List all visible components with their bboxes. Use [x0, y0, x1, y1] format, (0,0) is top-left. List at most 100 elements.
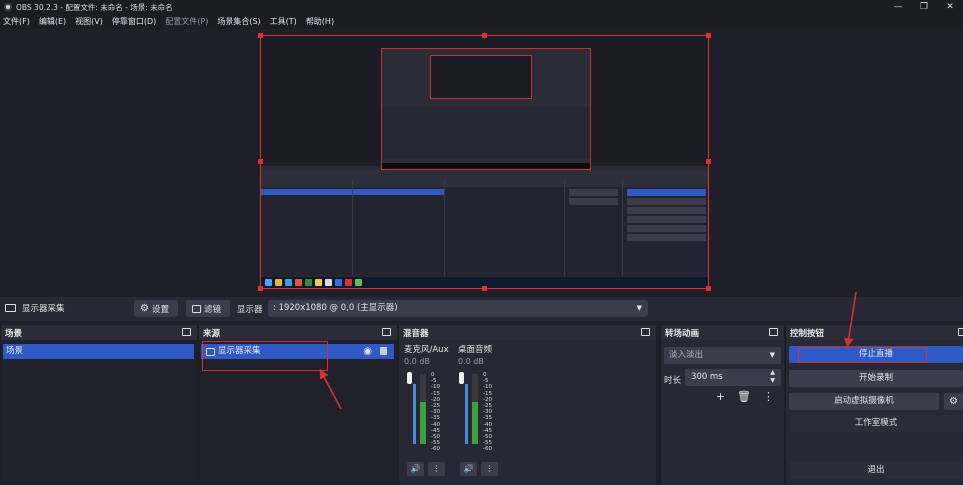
sources-title: 来源	[203, 328, 221, 339]
mixer-header: 混音器	[399, 325, 656, 340]
more-options-icon[interactable]: ⋮	[428, 462, 445, 476]
channel-db: 0.0 dB	[458, 357, 484, 366]
resize-handle[interactable]	[706, 159, 711, 164]
minimize-button[interactable]: —	[885, 0, 911, 14]
chevron-down-icon: ▼	[769, 351, 775, 359]
display-label: 显示器	[237, 305, 263, 315]
controls-header: 控制按钮	[786, 325, 963, 340]
nested-preview-inner	[381, 48, 591, 170]
monitor-icon	[5, 304, 16, 312]
mute-speaker-icon[interactable]: 🔊	[407, 462, 424, 476]
undock-icon[interactable]	[382, 328, 391, 336]
undock-icon[interactable]	[958, 328, 963, 336]
menu-tools[interactable]: 工具(T)	[270, 16, 297, 27]
channel-db: 0.0 dB	[404, 357, 430, 366]
scene-item-label: 场景	[6, 346, 24, 356]
virtual-camera-settings-gear-icon[interactable]: ⚙	[944, 393, 963, 410]
gear-icon: ⚙	[140, 303, 149, 314]
nested-docks	[261, 180, 708, 276]
level-bar	[472, 374, 478, 444]
start-recording-button[interactable]: 开始录制	[789, 370, 963, 387]
title-bar: OBS 30.2.3 - 配置文件: 未命名 - 场景: 未命名 — ❐ ✕	[0, 0, 963, 14]
volume-fader-handle[interactable]	[407, 372, 412, 384]
audio-mixer-dock: 混音器 麦克风/Aux 0.0 dB 0 -5 -10 -15 -20 -25 -30 -35…	[398, 325, 656, 485]
nested-preview	[261, 36, 708, 170]
menu-docks[interactable]: 停靠窗口(D)	[112, 16, 156, 27]
transitions-title: 转场动画	[665, 328, 700, 339]
mixer-channel-mic: 麦克风/Aux 0.0 dB	[404, 343, 456, 366]
level-bar	[420, 374, 426, 444]
undock-icon[interactable]	[641, 328, 650, 336]
studio-mode-button[interactable]: 工作室模式	[789, 415, 963, 432]
source-toolbar: 显示器采集 ⚙ 设置 滤镜 显示器 : 1920x1080 @ 0,0 (主显示…	[0, 297, 963, 321]
resize-handle[interactable]	[706, 286, 711, 291]
menu-help[interactable]: 帮助(H)	[306, 16, 334, 27]
controls-title: 控制按钮	[790, 328, 825, 339]
transitions-header: 转场动画	[661, 325, 784, 340]
menu-scene-collection[interactable]: 场景集合(S)	[217, 16, 260, 27]
start-virtual-camera-button[interactable]: 启动虚拟摄像机	[789, 393, 939, 410]
settings-label: 设置	[151, 304, 169, 315]
scenes-list: 场景	[1, 340, 197, 485]
menu-bar: 文件(F) 编辑(E) 视图(V) 停靠窗口(D) 配置文件(P) 场景集合(S…	[0, 14, 963, 29]
resize-handle[interactable]	[258, 159, 263, 164]
close-button[interactable]: ✕	[937, 0, 963, 14]
menu-view[interactable]: 视图(V)	[75, 16, 103, 27]
undock-icon[interactable]	[182, 328, 191, 336]
mixer-channel-desktop: 桌面音频 0.0 dB	[458, 343, 510, 366]
resize-handle[interactable]	[258, 286, 263, 291]
display-select[interactable]: : 1920x1080 @ 0,0 (主显示器) ▼	[268, 300, 648, 317]
menu-profile[interactable]: 配置文件(P)	[165, 16, 208, 27]
selected-source: 显示器采集	[5, 302, 65, 314]
more-options-icon[interactable]: ⋮	[481, 462, 498, 476]
scenes-title: 场景	[5, 328, 23, 339]
channel-name: 桌面音频	[458, 345, 493, 355]
visibility-eye-icon[interactable]: ◉	[363, 344, 372, 359]
filter-icon	[192, 304, 201, 313]
spinner-icon[interactable]: ▲ ▼	[770, 369, 775, 385]
menu-edit[interactable]: 编辑(E)	[39, 16, 66, 27]
exit-button[interactable]: 退出	[789, 462, 963, 479]
filters-button[interactable]: 滤镜	[186, 300, 230, 317]
mixer-body: 麦克风/Aux 0.0 dB 0 -5 -10 -15 -20 -25 -30 -35 -40-…	[399, 340, 656, 485]
lock-icon[interactable]	[380, 347, 387, 355]
annotation-box-stop-stream	[798, 347, 927, 363]
transition-selected: 淡入淡出	[669, 350, 704, 360]
volume-fill	[413, 384, 416, 444]
window-controls: — ❐ ✕	[885, 0, 963, 14]
filters-label: 滤镜	[204, 304, 222, 315]
duration-input[interactable]: 300 ms ▲ ▼	[685, 369, 781, 386]
menu-file[interactable]: 文件(F)	[3, 16, 30, 27]
transitions-body: 淡入淡出 ▼ 时长 300 ms ▲ ▼ + 🗑 ⋮	[661, 340, 784, 485]
meter-ticks: 0 -5 -10 -15 -20 -25 -30 -35 -40 -45 -50 -55 -60	[431, 372, 440, 453]
add-icon[interactable]: +	[716, 390, 725, 403]
volume-fill	[465, 384, 468, 444]
display-value: : 1920x1080 @ 0,0 (主显示器)	[273, 303, 398, 313]
duration-label: 时长	[664, 376, 682, 386]
chevron-down-icon: ▼	[636, 304, 642, 312]
maximize-button[interactable]: ❐	[911, 0, 937, 14]
volume-fader-handle[interactable]	[459, 372, 464, 384]
transition-actions: + 🗑 ⋮	[716, 390, 774, 403]
preview-canvas[interactable]	[260, 35, 709, 289]
scenes-dock: 场景 场景	[0, 325, 197, 485]
annotation-box-source	[202, 341, 328, 371]
window-title: OBS 30.2.3 - 配置文件: 未命名 - 场景: 未命名	[16, 2, 173, 12]
resize-handle[interactable]	[482, 286, 487, 291]
settings-button[interactable]: ⚙ 设置	[134, 300, 178, 317]
scenes-header: 场景	[1, 325, 197, 340]
resize-handle[interactable]	[482, 33, 487, 38]
resize-handle[interactable]	[258, 33, 263, 38]
sources-header: 来源	[199, 325, 397, 340]
transitions-dock: 转场动画 淡入淡出 ▼ 时长 300 ms ▲ ▼ + 🗑 ⋮	[660, 325, 784, 485]
resize-handle[interactable]	[706, 33, 711, 38]
transition-select[interactable]: 淡入淡出 ▼	[664, 347, 781, 364]
mute-speaker-icon[interactable]: 🔊	[460, 462, 477, 476]
more-options-icon[interactable]: ⋮	[763, 390, 774, 403]
obs-logo-icon	[4, 3, 12, 11]
scene-item[interactable]: 场景	[3, 344, 194, 359]
nested-properties-bar	[261, 170, 708, 180]
duration-value: 300 ms	[691, 372, 723, 382]
undock-icon[interactable]	[769, 328, 778, 336]
trash-icon[interactable]: 🗑	[737, 390, 751, 403]
